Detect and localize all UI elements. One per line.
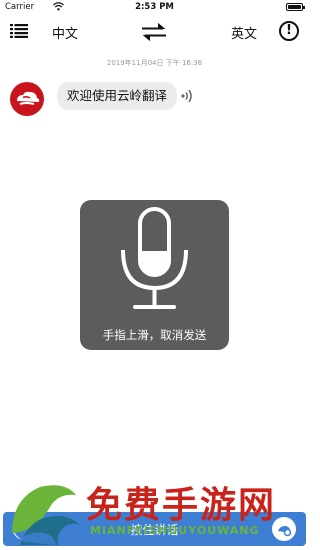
cancel-hint-text: 手指上滑，取消发送 bbox=[102, 328, 207, 342]
top-bar: 中文 英文 ! bbox=[0, 16, 309, 48]
battery-level bbox=[288, 5, 301, 9]
info-icon[interactable]: ! bbox=[279, 21, 299, 41]
battery-icon bbox=[286, 3, 305, 11]
status-time: 2:53 PM bbox=[135, 2, 174, 12]
list-icon[interactable] bbox=[10, 24, 28, 38]
target-language-selector[interactable]: 英文 bbox=[231, 23, 257, 42]
watermark-logo-icon bbox=[12, 485, 80, 545]
swap-arrows-icon[interactable] bbox=[141, 22, 167, 42]
message-timestamp: 2019年11月04日 下午 16:36 bbox=[106, 59, 203, 67]
sound-wave-icon[interactable] bbox=[181, 88, 195, 104]
cloud-logo-icon bbox=[17, 91, 40, 105]
recording-overlay: 手指上滑，取消发送 bbox=[80, 200, 229, 350]
microphone-icon bbox=[121, 207, 188, 309]
avatar bbox=[10, 82, 44, 116]
watermark-text-en: MIANFEISHOUYOUWANG bbox=[90, 524, 260, 537]
status-bar: Carrier 2:53 PM bbox=[0, 0, 309, 16]
source-language-selector[interactable]: 中文 bbox=[52, 23, 78, 42]
watermark-text-cn: 免费手游网 bbox=[86, 484, 277, 526]
message-bubble[interactable]: 欢迎使用云岭翻译 bbox=[57, 82, 178, 110]
